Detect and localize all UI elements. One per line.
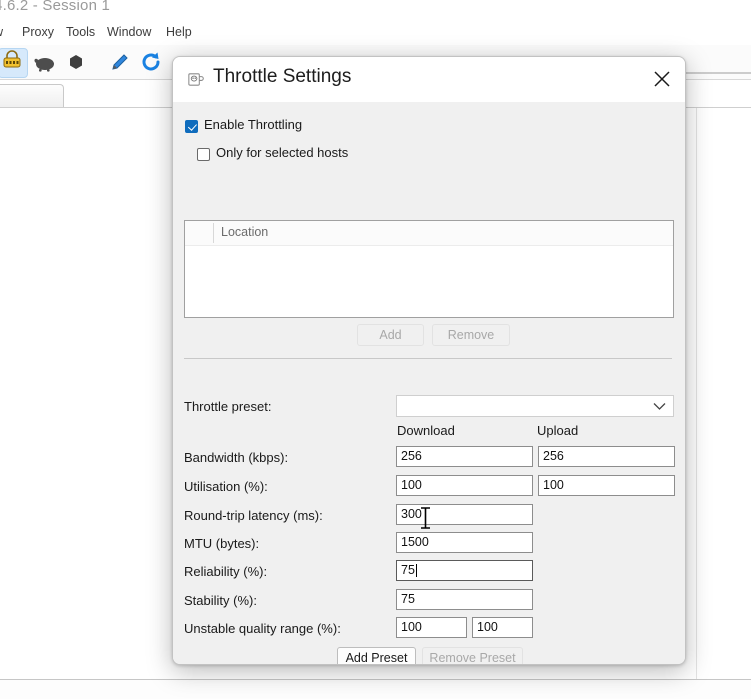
stability-download-input[interactable]: 75 [396,589,533,610]
unstable-range-max-input[interactable]: 100 [472,617,533,638]
window-title: s 4.6.2 - Session 1 [0,0,111,14]
dialog-titlebar: Throttle Settings [173,57,685,102]
utilisation-download-input[interactable]: 100 [396,475,533,496]
dialog-body: Enable Throttling Only for selected host… [173,102,685,664]
mouse-ibeam-cursor [421,507,430,529]
column-header-download: Download [397,423,455,438]
toolbar-breakpoints-button[interactable] [62,48,90,76]
toolbar-throttle-button[interactable] [30,48,58,76]
hosts-list[interactable]: Location [184,220,674,318]
reliability-value: 75 [401,563,415,577]
dialog-title: Throttle Settings [213,66,352,87]
right-pane-top-divider [684,72,751,74]
hosts-list-column-location: Location [221,225,269,239]
enable-throttling-checkbox-box [185,120,198,133]
unstable-range-min-input[interactable]: 100 [396,617,467,638]
only-selected-hosts-label: Only for selected hosts [216,145,349,160]
reliability-download-input[interactable]: 75 [396,560,533,581]
mtu-label: MTU (bytes): [184,536,260,551]
throttle-preset-select[interactable] [396,395,674,417]
add-host-button[interactable]: Add [357,324,424,346]
utilisation-label: Utilisation (%): [184,479,268,494]
latency-download-input[interactable]: 300 [396,504,533,525]
stability-label: Stability (%): [184,593,257,608]
throttle-preset-label: Throttle preset: [184,399,272,414]
tab-sequence[interactable]: quence [0,84,64,108]
breakpoints-icon [70,55,82,69]
latency-label: Round-trip latency (ms): [184,508,323,523]
utilisation-upload-input[interactable]: 100 [538,475,675,496]
menu-item-window[interactable]: Window [107,25,151,39]
close-icon [654,71,670,87]
charles-cup-icon [188,73,204,86]
record-icon [3,50,21,68]
remove-preset-button[interactable]: Remove Preset [422,647,523,664]
remove-host-button[interactable]: Remove [432,324,510,346]
reliability-label: Reliability (%): [184,564,268,579]
menu-item-help[interactable]: Help [166,25,192,39]
menu-item-view[interactable]: w [0,25,3,39]
chevron-down-icon [653,403,666,410]
hosts-list-header-divider [213,223,214,243]
bandwidth-upload-input[interactable]: 256 [538,446,675,467]
add-preset-button[interactable]: Add Preset [337,647,416,664]
lower-pane [0,680,751,699]
right-pane-divider [696,108,697,679]
toolbar-record-button[interactable] [0,48,28,78]
bandwidth-download-input[interactable]: 256 [396,446,533,467]
bandwidth-label: Bandwidth (kbps): [184,450,289,465]
menu-bar: w Proxy Tools Window Help [0,22,751,46]
toolbar-repeat-button[interactable] [137,48,165,76]
text-caret [415,564,417,577]
menu-item-tools[interactable]: Tools [66,25,95,39]
compose-pen-icon [112,54,128,70]
screen: s 4.6.2 - Session 1 w Proxy Tools Window… [0,0,751,699]
column-header-upload: Upload [537,423,579,438]
menu-item-proxy[interactable]: Proxy [22,25,54,39]
mtu-download-input[interactable]: 1500 [396,532,533,553]
only-selected-hosts-checkbox-box [197,148,210,161]
close-button[interactable] [639,57,685,102]
unstable-quality-range-label: Unstable quality range (%): [184,621,341,636]
window-titlebar: s 4.6.2 - Session 1 [0,0,751,22]
section-divider [184,358,672,359]
throttle-turtle-icon [34,58,54,72]
throttle-settings-dialog: Throttle Settings Enable Throttling Only… [172,56,686,665]
hosts-list-header: Location [185,221,673,246]
repeat-refresh-icon [142,52,160,71]
toolbar-compose-button[interactable] [105,48,133,76]
enable-throttling-label: Enable Throttling [204,117,303,132]
